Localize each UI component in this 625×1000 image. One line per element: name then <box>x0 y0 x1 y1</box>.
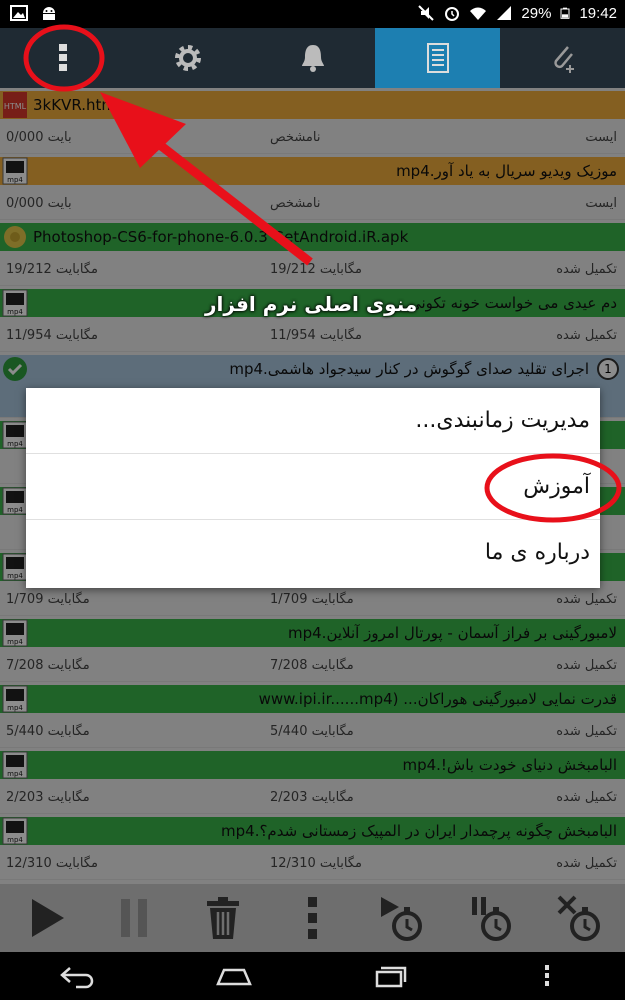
menu-item-about-us[interactable]: درباره ی ما <box>26 520 600 586</box>
mute-icon <box>418 5 435 21</box>
battery-percent: 29% <box>521 4 552 22</box>
back-button[interactable] <box>48 956 108 996</box>
bell-icon <box>301 45 324 72</box>
main-menu-button[interactable] <box>0 28 125 88</box>
system-nav-bar <box>0 952 625 1000</box>
menu-icon <box>544 965 549 986</box>
overflow-menu-icon <box>58 44 67 71</box>
alarm-icon <box>445 7 460 21</box>
timer-cancel-icon <box>557 895 601 941</box>
wifi-icon <box>470 7 487 20</box>
recents-button[interactable] <box>361 956 421 996</box>
back-icon <box>60 967 94 989</box>
main-menu-dialog: مدیریت زمانبندی... آموزش درباره ی ما <box>26 388 600 588</box>
settings-button[interactable] <box>125 28 250 88</box>
add-download-button[interactable] <box>500 28 625 88</box>
home-button[interactable] <box>204 956 264 996</box>
gear-icon <box>174 45 201 71</box>
home-icon <box>216 968 253 986</box>
battery-icon <box>560 7 570 19</box>
scheduled-start-button[interactable] <box>372 888 432 948</box>
annotation-label: منوی اصلی نرم افزار <box>205 292 418 316</box>
delete-button[interactable] <box>193 888 253 948</box>
timer-pause-icon <box>472 897 512 941</box>
menu-button[interactable] <box>517 956 577 996</box>
recents-icon <box>375 966 406 988</box>
timer-play-icon <box>380 897 422 941</box>
clock: 19:42 <box>579 4 617 22</box>
overflow-menu-icon <box>308 897 318 939</box>
start-button[interactable] <box>15 888 75 948</box>
status-bar: 29% 19:42 <box>0 0 625 28</box>
bottom-action-bar <box>0 884 625 952</box>
document-list-icon <box>426 43 449 73</box>
play-icon <box>31 899 64 937</box>
image-notification-icon <box>10 5 28 21</box>
paperclip-add-icon <box>553 46 574 73</box>
more-actions-button[interactable] <box>282 888 342 948</box>
scheduled-pause-button[interactable] <box>461 888 521 948</box>
menu-item-schedule-management[interactable]: مدیریت زمانبندی... <box>26 388 600 454</box>
downloads-list-tab[interactable] <box>375 28 500 88</box>
signal-icon <box>497 6 512 20</box>
pause-button[interactable] <box>104 888 164 948</box>
cancel-schedule-button[interactable] <box>550 888 610 948</box>
notifications-button[interactable] <box>250 28 375 88</box>
top-toolbar <box>0 28 625 88</box>
pause-icon <box>120 899 147 937</box>
menu-item-tutorial[interactable]: آموزش <box>26 454 600 520</box>
trash-icon <box>207 897 240 939</box>
android-notification-icon <box>43 7 55 20</box>
